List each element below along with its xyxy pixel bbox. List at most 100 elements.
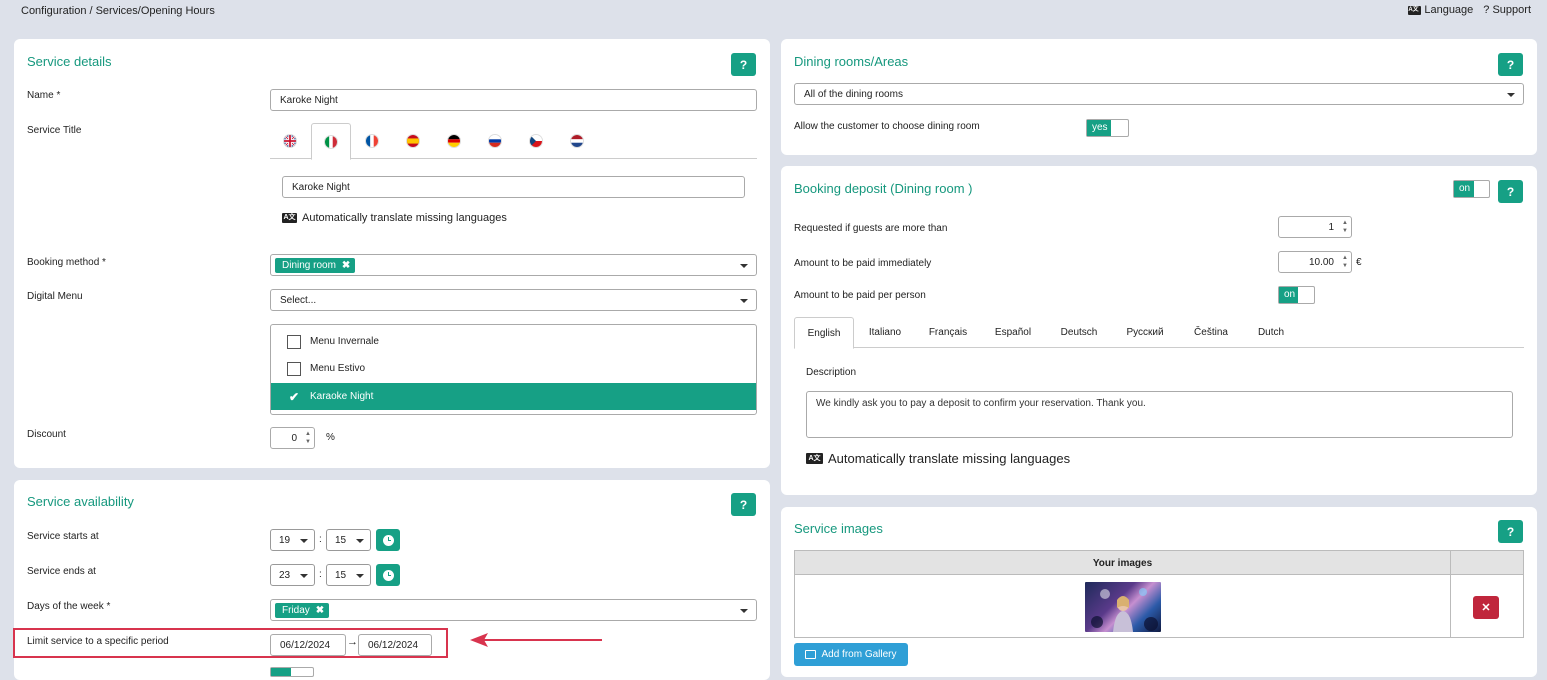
stepper-arrows-icon[interactable]: ▲ ▼: [1342, 219, 1348, 235]
images-table: Your images ✕: [794, 550, 1524, 638]
tab-dutch[interactable]: Dutch: [1244, 317, 1298, 348]
menu-item[interactable]: Menu Estivo: [271, 355, 756, 382]
tab-flag-es[interactable]: [393, 123, 433, 159]
starts-minute-value: 15: [335, 534, 347, 546]
booking-method-tag: Dining room ✖: [275, 257, 356, 273]
menu-item[interactable]: ✔ Karaoke Night: [271, 383, 756, 410]
menu-item[interactable]: Menu Invernale: [271, 328, 756, 355]
tab-cestina[interactable]: Čeština: [1178, 317, 1244, 348]
tab-flag-uk[interactable]: [270, 123, 310, 159]
support-link[interactable]: ? Support: [1483, 4, 1531, 16]
service-images-help-button[interactable]: ?: [1498, 520, 1523, 543]
chevron-down-icon: [356, 574, 364, 578]
toggle-on-label: on: [1279, 287, 1298, 303]
menu-item-label: Menu Invernale: [310, 336, 379, 347]
dining-rooms-help-button[interactable]: ?: [1498, 53, 1523, 76]
tab-italiano[interactable]: Italiano: [854, 317, 916, 348]
name-value: Karoke Night: [280, 94, 338, 106]
clock-icon: [382, 534, 394, 546]
booking-deposit-help-button[interactable]: ?: [1498, 180, 1523, 203]
remove-tag-icon[interactable]: ✖: [342, 260, 350, 271]
tab-flag-it[interactable]: [311, 123, 351, 160]
amount-immediately-stepper[interactable]: 10.00 ▲ ▼: [1278, 251, 1352, 273]
top-bar: Configuration / Services/Opening Hours A…: [0, 0, 1547, 24]
ends-minute-select[interactable]: 15: [326, 564, 371, 586]
ends-hour-value: 23: [279, 569, 291, 581]
tab-flag-fr[interactable]: [352, 123, 392, 159]
tab-flag-de[interactable]: [434, 123, 474, 159]
description-label: Description: [806, 367, 857, 378]
red-arrow-annotation-icon: [470, 633, 602, 647]
name-input[interactable]: Karoke Night: [270, 89, 757, 111]
add-from-gallery-label: Add from Gallery: [821, 649, 897, 660]
booking-deposit-toggle[interactable]: on: [1453, 180, 1490, 198]
service-availability-title: Service availability: [27, 494, 134, 509]
booking-method-select[interactable]: Dining room ✖: [270, 254, 757, 276]
starts-clock-button[interactable]: [376, 529, 400, 551]
checkbox[interactable]: [287, 361, 301, 376]
service-ends-label: Service ends at: [27, 566, 96, 577]
tab-flag-nl[interactable]: [557, 123, 597, 159]
tab-francais[interactable]: Français: [916, 317, 980, 348]
remove-tag-icon[interactable]: ✖: [316, 605, 324, 616]
guests-threshold-stepper[interactable]: 1 ▲ ▼: [1278, 216, 1352, 238]
starts-hour-select[interactable]: 19: [270, 529, 315, 551]
day-tag: Friday ✖: [275, 602, 330, 618]
auto-translate-title[interactable]: A文 Automatically translate missing langu…: [282, 212, 507, 224]
service-availability-help-button[interactable]: ?: [731, 493, 756, 516]
chevron-down-icon: [300, 574, 308, 578]
image-icon: [805, 650, 817, 659]
add-from-gallery-button[interactable]: Add from Gallery: [794, 643, 908, 666]
flag-ru-icon: [488, 134, 502, 148]
service-starts-label: Service starts at: [27, 531, 99, 542]
breadcrumb: Configuration / Services/Opening Hours: [21, 5, 215, 17]
service-details-help-button[interactable]: ?: [731, 53, 756, 76]
per-person-toggle[interactable]: on: [1278, 286, 1315, 304]
dining-rooms-select[interactable]: All of the dining rooms: [794, 83, 1524, 105]
flag-cz-icon: [529, 134, 543, 148]
discount-stepper[interactable]: 0 ▲ ▼: [270, 427, 315, 449]
tab-russian[interactable]: Русский: [1112, 317, 1178, 348]
day-tag-label: Friday: [282, 604, 310, 616]
stepper-arrows-icon[interactable]: ▲ ▼: [305, 430, 311, 446]
tab-english[interactable]: English: [794, 317, 854, 349]
dining-rooms-select-value: All of the dining rooms: [804, 88, 903, 100]
tab-flag-ru[interactable]: [475, 123, 515, 159]
translate-icon: A文: [806, 453, 823, 464]
time-colon: :: [319, 534, 322, 545]
digital-menu-select[interactable]: Select...: [270, 289, 757, 311]
description-textarea[interactable]: We kindly ask you to pay a deposit to co…: [806, 391, 1513, 438]
images-table-header: Your images: [795, 551, 1523, 575]
ends-hour-select[interactable]: 23: [270, 564, 315, 586]
auto-translate-deposit[interactable]: A文 Automatically translate missing langu…: [806, 451, 1070, 466]
flag-es-icon: [406, 134, 420, 148]
tab-espanol[interactable]: Español: [980, 317, 1046, 348]
flag-de-icon: [447, 134, 461, 148]
delete-image-button[interactable]: ✕: [1473, 596, 1499, 619]
allow-choose-room-toggle[interactable]: yes: [1086, 119, 1129, 137]
ends-clock-button[interactable]: [376, 564, 400, 586]
tab-flag-cz[interactable]: [516, 123, 556, 159]
chevron-down-icon: [740, 609, 748, 613]
chevron-down-icon: [356, 539, 364, 543]
service-images-title: Service images: [794, 521, 883, 536]
service-title-language-tabs: [270, 123, 757, 160]
language-link[interactable]: A文 Language: [1408, 4, 1473, 16]
days-of-week-select[interactable]: Friday ✖: [270, 599, 757, 621]
menu-item-label: Menu Estivo: [310, 363, 366, 374]
translate-icon: A文: [282, 213, 297, 223]
service-title-label: Service Title: [27, 125, 82, 136]
chevron-down-icon: [1507, 93, 1515, 97]
starts-minute-select[interactable]: 15: [326, 529, 371, 551]
stepper-arrows-icon[interactable]: ▲ ▼: [1342, 254, 1348, 270]
amount-immediately-value: 10.00: [1308, 256, 1334, 268]
tab-deutsch[interactable]: Deutsch: [1046, 317, 1112, 348]
karaoke-photo-icon: [1091, 588, 1158, 632]
hidden-toggle-partial[interactable]: [270, 667, 314, 677]
table-divider: [1450, 551, 1451, 637]
checkbox[interactable]: [287, 334, 301, 349]
chevron-down-icon: [740, 264, 748, 268]
service-title-input[interactable]: Karoke Night: [282, 176, 745, 198]
digital-menu-placeholder: Select...: [280, 294, 317, 306]
image-thumbnail[interactable]: [1085, 582, 1161, 632]
